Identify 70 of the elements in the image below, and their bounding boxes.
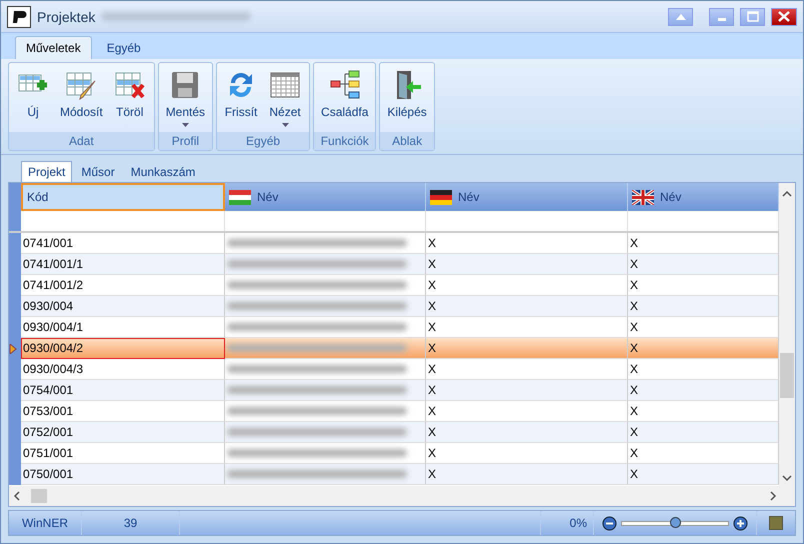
group-label: Egyéb	[217, 132, 310, 150]
column-header[interactable]: Név	[426, 183, 628, 211]
column-header[interactable]: Kód	[21, 183, 225, 211]
uk-flag-icon	[632, 190, 654, 204]
table-row[interactable]: 0754/001 X X	[9, 380, 779, 401]
table-row[interactable]: 0930/004 X X	[9, 296, 779, 317]
view-tab[interactable]: Műsor	[74, 161, 122, 182]
ribbon-button[interactable]: Módosít	[56, 65, 107, 130]
ribbon-button[interactable]: Kilépés	[383, 65, 431, 130]
current-row-icon	[9, 344, 17, 354]
table-cell: X	[426, 296, 628, 317]
table-cell: 0754/001	[21, 380, 225, 401]
table-cell: X	[426, 380, 628, 401]
row-header	[9, 211, 21, 231]
table-cell: X	[426, 254, 628, 275]
slider-thumb[interactable]	[670, 516, 681, 528]
table-cell: 0752/001	[21, 422, 225, 443]
caret-icon	[182, 123, 189, 127]
group-label: Ablak	[380, 132, 434, 150]
zoom-in-icon[interactable]	[733, 516, 748, 530]
scroll-thumb[interactable]	[31, 489, 47, 503]
close-button[interactable]	[771, 8, 797, 26]
table-cell: 0750/001	[21, 464, 225, 485]
table-row[interactable]: 0752/001 X X	[9, 422, 779, 443]
table-cell: X	[426, 338, 628, 359]
ribbon-tab[interactable]: Egyéb	[96, 36, 152, 59]
table-cell: X	[426, 422, 628, 443]
table-cell: 0741/001/1	[21, 254, 225, 275]
group-label: Funkciók	[314, 132, 376, 150]
window-title: Projektek	[37, 8, 96, 24]
ribbon-button[interactable]: Nézet	[264, 65, 306, 130]
ribbon-button[interactable]: Mentés	[162, 65, 210, 130]
view-tab[interactable]: Projekt	[21, 161, 72, 182]
table-cell: 0930/004/1	[21, 317, 225, 338]
record-count: 39	[124, 516, 138, 530]
triangle-up-icon	[676, 14, 686, 20]
hungary-flag-icon	[229, 190, 251, 204]
zoom-out-icon[interactable]	[602, 516, 617, 530]
scroll-left-icon[interactable]	[13, 491, 21, 501]
group-label: Profil	[158, 132, 212, 150]
view-tab[interactable]: Munkaszám	[124, 161, 202, 182]
maximize-icon	[746, 11, 758, 22]
table-cell: 0930/004	[21, 296, 225, 317]
germany-flag-icon	[430, 190, 452, 204]
ribbon-button[interactable]: Töröl	[108, 65, 151, 130]
group-label: Adat	[9, 132, 154, 150]
caret-icon	[282, 123, 289, 127]
tree-diagram-icon	[328, 69, 361, 101]
app-name: WinNER	[22, 516, 68, 530]
table-cell: 0930/004/2	[21, 338, 225, 359]
ribbon-button[interactable]: Családfa	[317, 65, 372, 130]
table-row[interactable]: 0741/001/1 X X	[9, 254, 779, 275]
scroll-right-icon[interactable]	[769, 491, 777, 501]
app-logo-icon	[7, 6, 31, 28]
collapse-ribbon-button[interactable]	[668, 8, 693, 26]
minimize-button[interactable]	[709, 8, 734, 26]
ribbon-button[interactable]: Frissít	[220, 65, 262, 130]
column-header[interactable]: Név	[225, 183, 426, 211]
progress-percent: 0%	[570, 516, 587, 530]
ribbon-tab[interactable]: Műveletek	[15, 36, 92, 59]
table-cell: X	[426, 464, 628, 485]
column-header[interactable]: Név	[628, 183, 779, 211]
scroll-thumb[interactable]	[780, 353, 794, 398]
table-row[interactable]: 0750/001 X X	[9, 464, 779, 485]
corner-header	[9, 183, 21, 211]
table-row[interactable]: 0930/004/2 X X	[9, 338, 779, 359]
status-indicator-icon	[769, 516, 783, 530]
close-icon	[778, 11, 790, 22]
ribbon-button[interactable]: Új	[12, 65, 54, 130]
maximize-button[interactable]	[740, 8, 765, 26]
